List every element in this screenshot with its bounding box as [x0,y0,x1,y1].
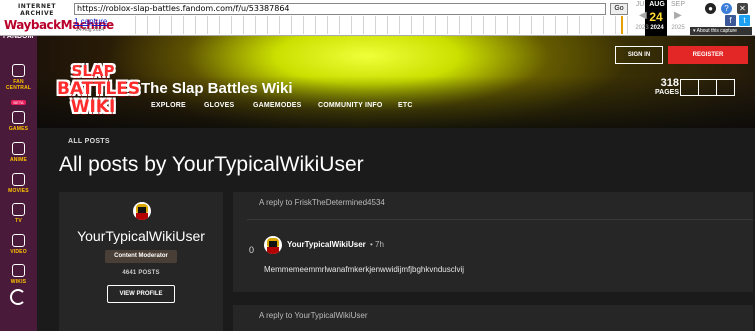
rail-item-tv[interactable]: TV [0,203,37,224]
main-content: ALL POSTS All posts by YourTypicalWikiUs… [37,128,755,331]
pages-number: 318 [660,77,679,89]
vote-count: 0 [249,245,255,255]
wayback-month-current: AUG [649,1,665,8]
avatar-body [267,247,279,254]
rail-label: WIKIS [10,279,27,285]
twitter-icon[interactable]: t [739,15,750,26]
wayback-year-next[interactable]: 2025 [667,25,689,31]
wayback-captures-link[interactable]: 1 capture [74,17,107,26]
rail-label: ANIME [9,157,28,163]
fan-central-icon [12,64,25,77]
post-item[interactable]: A reply to YourTypicalWikiUser [233,305,753,331]
reply-to-link[interactable]: A reply to FriskTheDetermined4534 [259,198,385,207]
rail-item-wikis[interactable]: WIKIS [0,264,37,285]
post-body: Memmemeemmrlwanafmkerkjenwwidijmfjbghkvn… [264,265,465,274]
close-icon[interactable]: ✕ [737,3,748,14]
rail-label: GAMES [8,126,29,132]
help-icon[interactable]: ? [721,3,732,14]
beta-badge: BETA [11,100,26,105]
wayback-about-capture[interactable]: ▾ About this capture [690,27,752,35]
pages-count: 318 PAGES [641,78,679,97]
post-author[interactable]: YourTypicalWikiUser [287,240,366,249]
logo-line: BATTLES [57,79,141,99]
nav-gloves[interactable]: GLOVES [204,102,234,109]
reply-to-link[interactable]: A reply to YourTypicalWikiUser [259,311,368,320]
post-time: • 7h [370,240,384,249]
breadcrumb[interactable]: ALL POSTS [68,138,110,145]
wayback-logo[interactable]: INTERNET ARCHIVE WaybackMachine [4,3,114,32]
logo-line: WIKI [70,97,116,117]
logo-line: SLAP [71,62,115,80]
wayback-prev-arrow-icon[interactable]: ◀ [639,10,647,21]
facebook-icon[interactable]: f [725,15,736,26]
view-profile-button[interactable]: VIEW PROFILE [107,285,175,303]
header-action-button[interactable] [716,79,735,96]
post-count: 4641 POSTS [122,270,160,276]
wiki-logo[interactable]: SLAP BATTLES WIKI [57,60,141,120]
loading-ring-icon [10,289,26,305]
divider [247,219,753,220]
tv-icon [12,203,25,216]
games-icon [12,111,25,124]
wiki-header: SLAP BATTLES WIKI The Slap Battles Wiki … [37,36,755,128]
anime-icon [12,142,25,155]
role-badge: Content Moderator [105,250,177,263]
rail-item-fan-central[interactable]: FAN CENTRAL BETA [0,64,37,109]
sign-in-button[interactable]: SIGN IN [615,46,663,64]
profile-card: YourTypicalWikiUser Content Moderator 46… [59,192,223,331]
header-action-button[interactable] [680,79,699,96]
header-action-button[interactable] [698,79,717,96]
avatar[interactable] [133,202,151,220]
video-icon [12,234,25,247]
wayback-next-arrow-icon[interactable]: ▶ [674,10,682,21]
wayback-day: 24 [649,10,663,24]
wayback-capture-date: 24 Aug 2024 [76,27,105,33]
rail-item-games[interactable]: GAMES [0,111,37,132]
wayback-timeline[interactable] [124,16,630,34]
page-title: All posts by YourTypicalWikiUser [59,153,364,176]
wiki-name[interactable]: The Slap Battles Wiki [141,80,293,97]
movies-icon [12,173,25,186]
rail-item-video[interactable]: VIDEO [0,234,37,255]
rail-item-anime[interactable]: ANIME [0,142,37,163]
avatar[interactable] [264,236,282,254]
wayback-month-next[interactable]: SEP [667,1,689,8]
profile-username: YourTypicalWikiUser [77,228,205,244]
wayback-toolbar: INTERNET ARCHIVE WaybackMachine https://… [0,0,755,36]
wayback-capture-mark[interactable] [621,16,623,34]
rail-label: VIDEO [10,249,27,255]
wayback-logo-main: WaybackMachine [4,18,114,32]
rail-label: FAN CENTRAL [5,79,32,91]
nav-etc[interactable]: ETC [398,102,413,109]
nav-explore[interactable]: EXPLORE [151,102,186,109]
post-item[interactable]: A reply to FriskTheDetermined4534 0 Your… [233,192,753,292]
register-button[interactable]: REGISTER [668,46,748,64]
rail-item-movies[interactable]: MOVIES [0,173,37,194]
page: INTERNET ARCHIVE WaybackMachine https://… [0,0,755,331]
nav-community-info[interactable]: COMMUNITY INFO [318,102,383,109]
user-icon[interactable]: ● [705,3,716,14]
avatar-body [136,213,148,220]
rail-label: TV [15,218,22,224]
pages-label: PAGES [655,89,679,96]
nav-gamemodes[interactable]: GAMEMODES [253,102,301,109]
wayback-go-button[interactable]: Go [610,3,628,15]
wayback-logo-top: INTERNET ARCHIVE [17,3,57,17]
wikis-icon [12,264,25,277]
wayback-year-current: 2024 [650,25,664,31]
fandom-global-nav: FANDOM FAN CENTRAL BETA GAMES ANIME MOVI… [0,33,37,331]
rail-label: MOVIES [8,188,29,194]
wayback-url-input[interactable]: https://roblox-slap-battles.fandom.com/f… [74,3,606,15]
